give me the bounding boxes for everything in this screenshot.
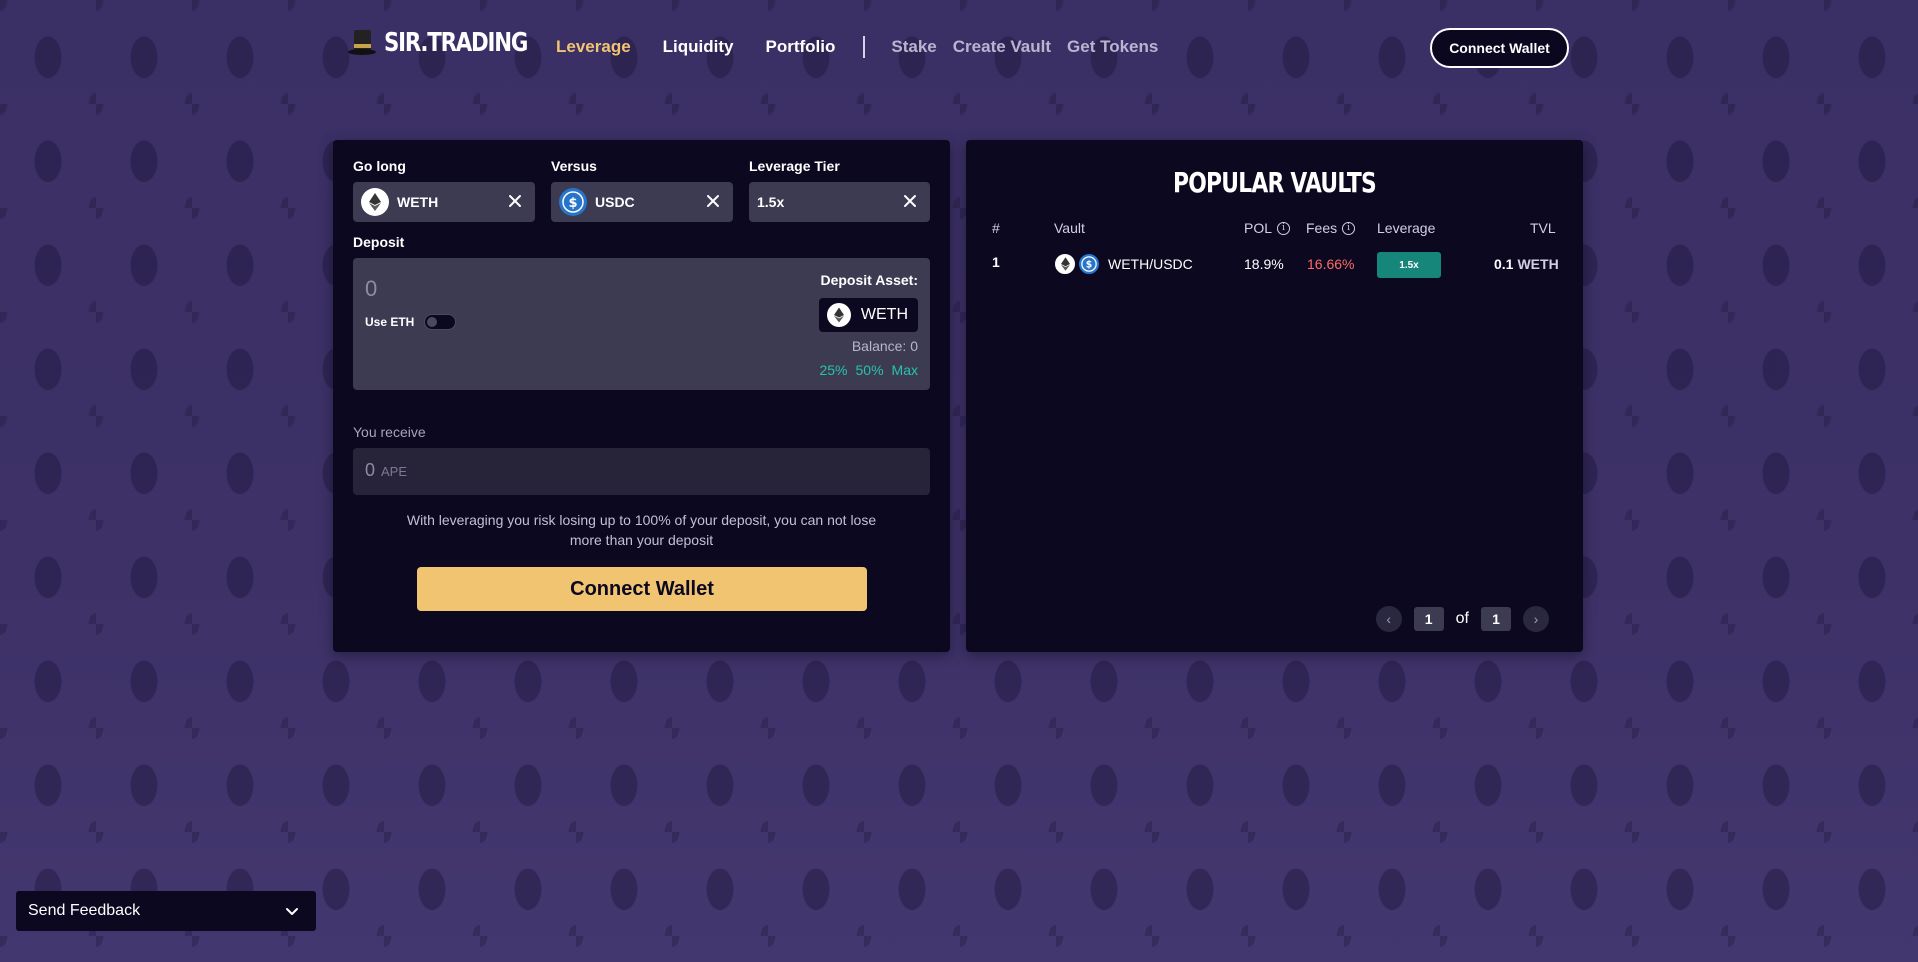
risk-warning: With leveraging you risk losing up to 10…: [406, 512, 877, 548]
use-eth-toggle[interactable]: [424, 314, 457, 330]
total-pages: 1: [1481, 607, 1511, 631]
receive-value: 0: [365, 460, 376, 480]
svg-text:$: $: [568, 196, 577, 211]
versus-select[interactable]: $ USDC: [551, 182, 733, 222]
quick-max-button[interactable]: Max: [892, 362, 918, 378]
pagination: ‹ 1 of 1 ›: [1375, 606, 1549, 632]
go-long-label: Go long: [353, 158, 406, 174]
nav-item-leverage[interactable]: Leverage: [556, 37, 631, 57]
go-long-value: WETH: [397, 194, 439, 210]
col-header-pol-label: POL: [1244, 220, 1273, 236]
col-header-leverage: Leverage: [1377, 220, 1436, 236]
chevron-right-icon[interactable]: ›: [1523, 606, 1549, 632]
receive-label: You receive: [353, 424, 426, 440]
chevron-left-icon[interactable]: ‹: [1375, 606, 1402, 632]
leverage-form-panel: Go long WETH Versus $ USDC Leverage Tier…: [333, 140, 950, 652]
deposit-asset-label: Deposit Asset:: [820, 272, 918, 288]
nav-item-portfolio[interactable]: Portfolio: [766, 37, 836, 57]
svg-text:$: $: [1086, 260, 1092, 271]
eth-icon: [1054, 253, 1076, 275]
receive-box: 0 APE: [353, 448, 930, 495]
versus-label: Versus: [551, 158, 597, 174]
col-header-tvl: TVL: [1530, 220, 1556, 236]
nav-item-create-vault[interactable]: Create Vault: [953, 37, 1051, 57]
send-feedback-button[interactable]: Send Feedback: [16, 891, 316, 931]
popular-vaults-panel: POPULAR VAULTS # Vault POL i Fees i Leve…: [966, 140, 1583, 652]
usdc-icon: $: [559, 188, 587, 216]
clear-leverage-tier-icon[interactable]: [900, 191, 920, 211]
leverage-tier-select[interactable]: 1.5x: [749, 182, 930, 222]
top-hat-icon: [348, 28, 376, 58]
tvl-cell: 0.1 WETH: [1494, 256, 1559, 272]
nav-item-stake[interactable]: Stake: [891, 37, 936, 57]
quick-50-button[interactable]: 50%: [856, 362, 884, 378]
quick-amounts: 25% 50% Max: [819, 362, 918, 378]
pol-value: 18.9%: [1244, 256, 1284, 272]
quick-25-button[interactable]: 25%: [819, 362, 847, 378]
col-header-index: #: [992, 220, 1000, 236]
col-header-pol: POL i: [1244, 220, 1291, 236]
vault-name: WETH/USDC: [1108, 256, 1193, 272]
tvl-value: 0.1: [1494, 256, 1514, 272]
tvl-unit: WETH: [1517, 256, 1559, 272]
col-header-vault: Vault: [1054, 220, 1085, 236]
clear-go-long-icon[interactable]: [505, 191, 525, 211]
usdc-icon: $: [1078, 253, 1100, 275]
fees-value: 16.66%: [1307, 256, 1355, 272]
versus-value: USDC: [595, 194, 635, 210]
balance-text: Balance: 0: [851, 338, 918, 354]
chevron-down-icon: [284, 903, 300, 919]
deposit-amount-input[interactable]: 0: [365, 276, 377, 302]
deposit-asset-value: WETH: [860, 306, 908, 323]
pager-of-label: of: [1455, 610, 1469, 627]
info-icon[interactable]: i: [1342, 221, 1356, 235]
current-page[interactable]: 1: [1413, 607, 1444, 631]
deposit-label: Deposit: [353, 234, 405, 250]
popular-vaults-title: POPULAR VAULTS: [1173, 166, 1377, 199]
leverage-tier-label: Leverage Tier: [749, 158, 840, 174]
nav-item-liquidity[interactable]: Liquidity: [663, 37, 734, 57]
use-eth-row: Use ETH: [365, 314, 457, 330]
info-icon[interactable]: i: [1277, 221, 1291, 235]
deposit-asset-selector[interactable]: WETH: [818, 298, 918, 332]
eth-icon: [826, 303, 851, 327]
leverage-tier-value: 1.5x: [757, 194, 785, 210]
nav-item-get-tokens[interactable]: Get Tokens: [1067, 37, 1158, 57]
receive-unit: APE: [381, 464, 408, 479]
go-long-select[interactable]: WETH: [353, 182, 535, 222]
use-eth-label: Use ETH: [365, 315, 415, 329]
nav-links: Leverage Liquidity Portfolio Stake Creat…: [556, 36, 1174, 58]
connect-wallet-button-header[interactable]: Connect Wallet: [1430, 28, 1569, 68]
clear-versus-icon[interactable]: [703, 191, 723, 211]
eth-icon: [361, 188, 389, 216]
deposit-box: 0 Use ETH Deposit Asset: WETH Balance: 0…: [353, 258, 930, 390]
leverage-badge: 1.5x: [1377, 252, 1441, 278]
col-header-fees-label: Fees: [1306, 220, 1338, 236]
brand-name: SIR.TRADING: [384, 28, 528, 58]
send-feedback-label: Send Feedback: [28, 902, 141, 919]
connect-wallet-button[interactable]: Connect Wallet: [417, 567, 867, 611]
row-index: 1: [992, 254, 1000, 270]
top-nav: SIR.TRADING Leverage Liquidity Portfolio…: [0, 0, 1918, 96]
col-header-fees: Fees i: [1306, 220, 1356, 236]
brand-logo[interactable]: SIR.TRADING: [348, 28, 559, 58]
nav-divider: [863, 36, 866, 58]
vault-cell: $ WETH/USDC: [1054, 253, 1193, 275]
